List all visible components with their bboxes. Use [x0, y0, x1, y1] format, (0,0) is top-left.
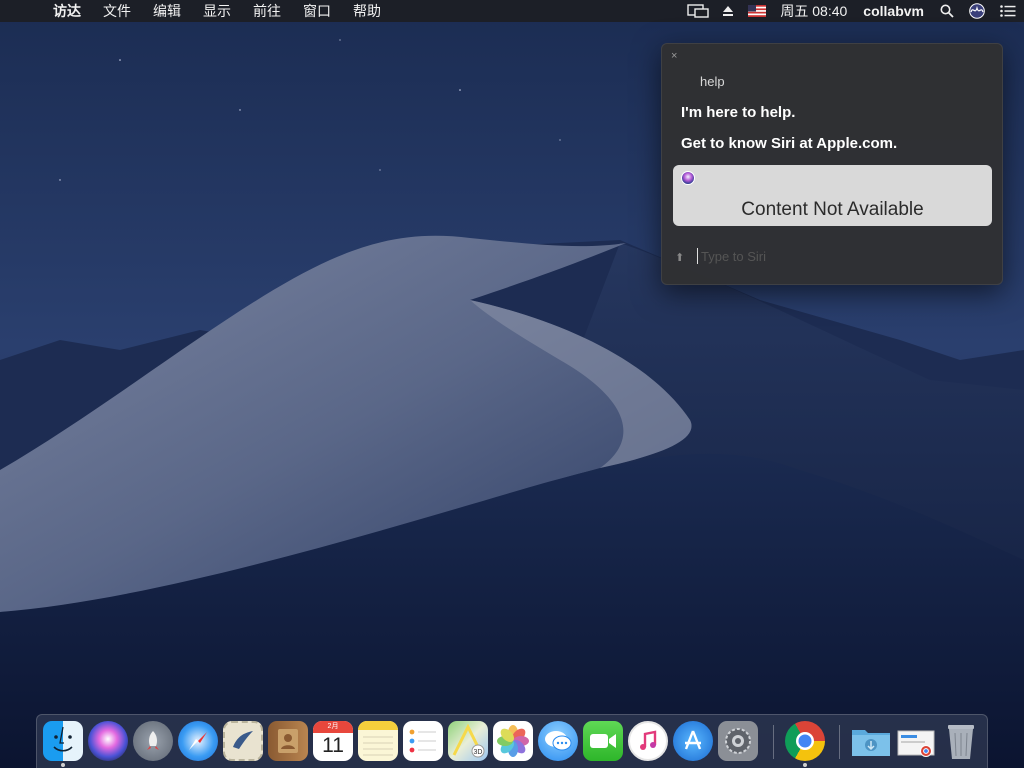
chrome-icon[interactable]	[785, 721, 825, 761]
launchpad-icon[interactable]	[133, 721, 173, 761]
siri-response-link-text[interactable]: Get to know Siri at Apple.com.	[681, 135, 897, 152]
maps-icon[interactable]: 3D	[448, 721, 488, 761]
menu-edit[interactable]: 编辑	[142, 0, 192, 22]
menu-window[interactable]: 窗口	[292, 0, 342, 22]
siri-icon[interactable]	[962, 0, 992, 22]
screen-mirroring-icon[interactable]	[682, 0, 714, 22]
siri-mic-icon[interactable]: ⬆	[675, 251, 684, 264]
finder-icon[interactable]	[43, 721, 83, 761]
spotlight-icon[interactable]	[932, 0, 962, 22]
siri-result-card[interactable]: Content Not Available	[673, 165, 992, 226]
menu-bar: 访达 文件 编辑 显示 前往 窗口 帮助 周五 08:40 collabvm	[0, 0, 1024, 22]
calendar-icon[interactable]: 2月 11	[313, 721, 353, 761]
downloads-folder-icon[interactable]	[851, 721, 891, 761]
menu-file[interactable]: 文件	[92, 0, 142, 22]
calendar-day-label: 11	[322, 734, 344, 757]
siri-close-button[interactable]: ×	[671, 50, 677, 62]
itunes-icon[interactable]	[628, 721, 668, 761]
photos-icon[interactable]	[493, 721, 533, 761]
text-caret	[697, 248, 698, 264]
menu-go[interactable]: 前往	[242, 0, 292, 22]
menu-view[interactable]: 显示	[192, 0, 242, 22]
app-store-icon[interactable]	[673, 721, 713, 761]
dock-separator-2	[839, 725, 840, 759]
safari-icon[interactable]	[178, 721, 218, 761]
siri-panel: × help I'm here to help. Get to know Sir…	[661, 43, 1003, 285]
preview-stack-icon[interactable]	[896, 721, 936, 761]
finder-running-dot	[61, 763, 65, 767]
messages-icon[interactable]	[538, 721, 578, 761]
dock: 2月 11 3D	[36, 714, 988, 768]
siri-text-input[interactable]	[699, 246, 951, 266]
facetime-icon[interactable]	[583, 721, 623, 761]
us-flag-input-icon[interactable]	[742, 0, 772, 22]
svg-text:3D: 3D	[474, 749, 483, 756]
notes-icon[interactable]	[358, 721, 398, 761]
eject-icon[interactable]	[714, 0, 742, 22]
menubar-clock[interactable]: 周五 08:40	[772, 0, 855, 22]
siri-response-text: I'm here to help.	[681, 104, 796, 121]
menu-finder[interactable]: 访达	[42, 0, 92, 22]
reminders-icon[interactable]	[403, 721, 443, 761]
siri-dock-icon[interactable]	[88, 721, 128, 761]
siri-card-message: Content Not Available	[741, 199, 924, 220]
calendar-month-label: 2月	[313, 721, 353, 733]
siri-user-query: help	[700, 74, 725, 89]
menubar-user[interactable]: collabvm	[855, 0, 932, 22]
dock-separator	[773, 725, 774, 759]
notification-center-icon[interactable]	[992, 0, 1024, 22]
trash-icon[interactable]	[941, 721, 981, 761]
siri-input-row: ⬆	[672, 246, 992, 268]
siri-badge-icon	[681, 171, 695, 185]
contacts-icon[interactable]	[268, 721, 308, 761]
menu-help[interactable]: 帮助	[342, 0, 392, 22]
mail-icon[interactable]	[223, 721, 263, 761]
system-preferences-icon[interactable]	[718, 721, 758, 761]
chrome-running-dot	[803, 763, 807, 767]
